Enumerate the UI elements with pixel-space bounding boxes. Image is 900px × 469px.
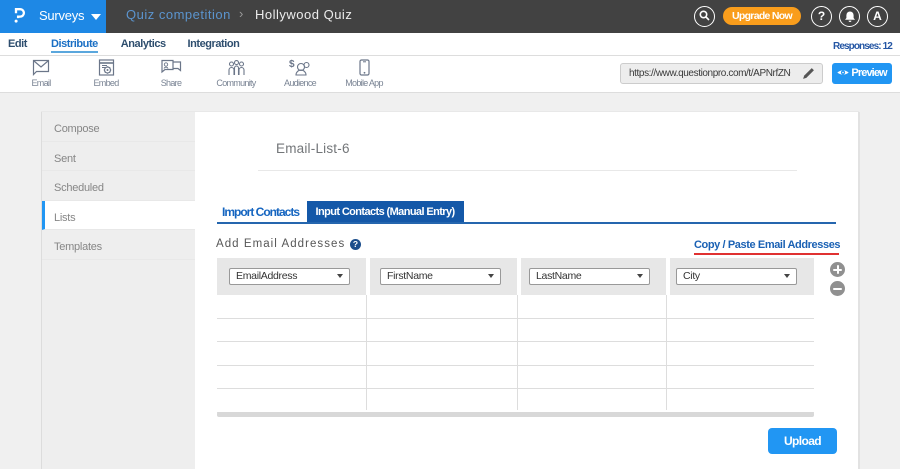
svg-text:$: $ — [289, 59, 295, 70]
